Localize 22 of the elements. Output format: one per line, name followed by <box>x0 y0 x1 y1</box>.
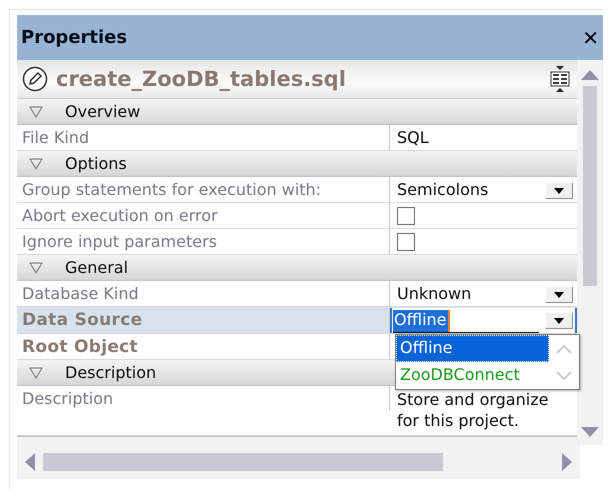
dropdown-value[interactable]: Semicolons <box>397 180 539 199</box>
property-row[interactable]: Group statements for execution with: Semicolons <box>17 177 577 203</box>
close-button[interactable]: ✕ <box>582 26 603 50</box>
dropdown-option[interactable]: Offline <box>396 335 549 362</box>
property-label: Description <box>17 386 390 411</box>
property-row[interactable]: Ignore input parameters <box>17 229 577 255</box>
file-name: create_ZooDB_tables.sql <box>56 67 347 91</box>
property-value: Store and organize for this project. <box>397 389 550 432</box>
property-row[interactable]: Database Kind Unknown <box>17 281 577 307</box>
property-label: Database Kind <box>17 281 390 306</box>
property-label: Group statements for execution with: <box>17 177 390 202</box>
property-row[interactable]: Description Store and organize for this project. <box>17 386 577 436</box>
property-label: Root Object <box>17 334 390 359</box>
property-row[interactable]: File Kind SQL <box>17 125 577 151</box>
dropdown-value[interactable]: Unknown <box>397 284 539 303</box>
panel-title: Properties <box>21 27 128 48</box>
property-label: File Kind <box>17 125 390 150</box>
property-label: Ignore input parameters <box>17 229 390 254</box>
dropdown-option[interactable]: ZooDBConnect <box>396 362 549 389</box>
property-value: SQL <box>397 128 430 147</box>
property-row[interactable]: Abort execution on error <box>17 203 577 229</box>
property-label: Abort execution on error <box>17 203 390 228</box>
